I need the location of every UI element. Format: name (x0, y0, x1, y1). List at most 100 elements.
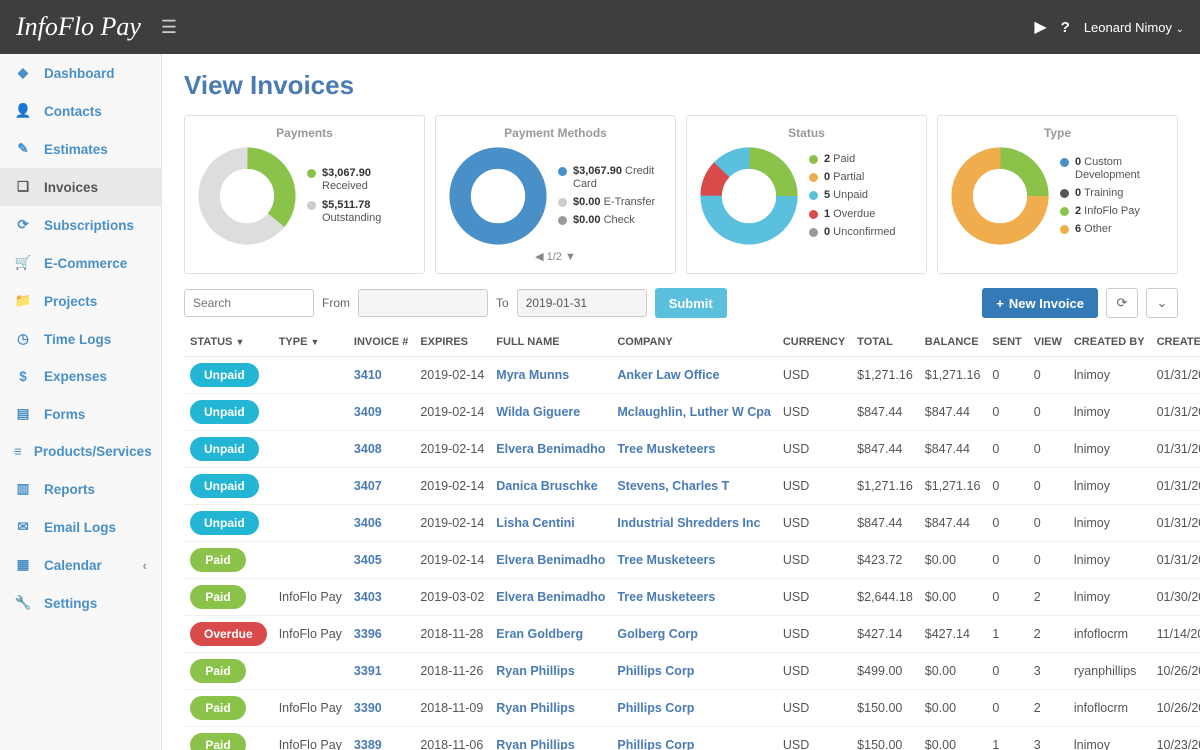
cell-full-name[interactable]: Lisha Centini (490, 505, 611, 542)
more-menu-button[interactable]: ⌄ (1146, 288, 1178, 318)
status-pill[interactable]: Paid (190, 659, 246, 683)
column-header[interactable]: FULL NAME (490, 328, 611, 357)
menu-toggle-icon[interactable]: ☰ (161, 17, 177, 38)
cell-company[interactable]: Anker Law Office (611, 357, 776, 394)
cell-invoice-number[interactable]: 3408 (348, 431, 414, 468)
help-icon[interactable]: ? (1061, 19, 1070, 36)
column-header[interactable]: SENT (986, 328, 1027, 357)
new-invoice-button[interactable]: +New Invoice (982, 288, 1098, 318)
sidebar-item-time-logs[interactable]: ◷Time Logs (0, 320, 161, 358)
column-header[interactable]: STATUS ▼ (184, 328, 273, 357)
cell-invoice-number[interactable]: 3407 (348, 468, 414, 505)
column-header[interactable]: COMPANY (611, 328, 776, 357)
sidebar-item-contacts[interactable]: 👤Contacts (0, 92, 161, 130)
status-pill[interactable]: Unpaid (190, 437, 259, 461)
cell-full-name[interactable]: Eran Goldberg (490, 616, 611, 653)
cell-currency: USD (777, 690, 851, 727)
cell-full-name[interactable]: Elvera Benimadho (490, 579, 611, 616)
cell-invoice-number[interactable]: 3396 (348, 616, 414, 653)
status-pill[interactable]: Paid (190, 733, 246, 750)
cell-company[interactable]: Tree Musketeers (611, 579, 776, 616)
column-header[interactable]: INVOICE # (348, 328, 414, 357)
sidebar-item-email-logs[interactable]: ✉Email Logs (0, 508, 161, 546)
to-date-input[interactable] (517, 289, 647, 317)
sidebar-item-projects[interactable]: 📁Projects (0, 282, 161, 320)
status-pill[interactable]: Unpaid (190, 363, 259, 387)
status-pill[interactable]: Paid (190, 585, 246, 609)
cell-view: 0 (1028, 468, 1068, 505)
cell-full-name[interactable]: Ryan Phillips (490, 690, 611, 727)
cell-invoice-number[interactable]: 3389 (348, 727, 414, 750)
status-pill[interactable]: Overdue (190, 622, 267, 646)
submit-button[interactable]: Submit (655, 288, 727, 318)
cell-sent: 0 (986, 357, 1027, 394)
sidebar-item-calendar[interactable]: ▦Calendar‹ (0, 546, 161, 584)
cell-company[interactable]: Tree Musketeers (611, 431, 776, 468)
sidebar-item-e-commerce[interactable]: 🛒E-Commerce (0, 244, 161, 282)
cell-full-name[interactable]: Ryan Phillips (490, 727, 611, 750)
sidebar-item-invoices[interactable]: ❏Invoices (0, 168, 161, 206)
sidebar-item-forms[interactable]: ▤Forms (0, 395, 161, 433)
status-pill[interactable]: Unpaid (190, 474, 259, 498)
youtube-icon[interactable]: ▶ (1034, 17, 1046, 37)
cell-invoice-number[interactable]: 3405 (348, 542, 414, 579)
cell-full-name[interactable]: Ryan Phillips (490, 653, 611, 690)
sidebar-item-label: Expenses (44, 369, 107, 384)
user-menu[interactable]: Leonard Nimoy ⌄ (1084, 20, 1184, 35)
cell-full-name[interactable]: Elvera Benimadho (490, 431, 611, 468)
sidebar: ◆Dashboard👤Contacts✎Estimates❏Invoices⟳S… (0, 54, 162, 750)
cell-company[interactable]: Mclaughlin, Luther W Cpa (611, 394, 776, 431)
cell-type (273, 357, 348, 394)
status-pill[interactable]: Unpaid (190, 400, 259, 424)
column-header[interactable]: EXPIRES (414, 328, 490, 357)
sidebar-item-reports[interactable]: ▥Reports (0, 470, 161, 508)
sidebar-item-estimates[interactable]: ✎Estimates (0, 130, 161, 168)
cell-sent: 0 (986, 542, 1027, 579)
cell-currency: USD (777, 579, 851, 616)
cell-company[interactable]: Golberg Corp (611, 616, 776, 653)
cell-full-name[interactable]: Wilda Giguere (490, 394, 611, 431)
cell-expires: 2019-02-14 (414, 394, 490, 431)
sidebar-item-products-services[interactable]: ≡Products/Services (0, 433, 161, 470)
status-pill[interactable]: Paid (190, 548, 246, 572)
cell-company[interactable]: Phillips Corp (611, 727, 776, 750)
cell-full-name[interactable]: Myra Munns (490, 357, 611, 394)
status-pill[interactable]: Unpaid (190, 511, 259, 535)
cell-invoice-number[interactable]: 3391 (348, 653, 414, 690)
cell-sent: 1 (986, 727, 1027, 750)
sidebar-item-dashboard[interactable]: ◆Dashboard (0, 54, 161, 92)
cell-balance: $847.44 (919, 505, 987, 542)
column-header[interactable]: TYPE ▼ (273, 328, 348, 357)
cell-full-name[interactable]: Elvera Benimadho (490, 542, 611, 579)
from-date-input[interactable] (358, 289, 488, 317)
contacts-icon: 👤 (14, 103, 32, 119)
cell-invoice-number[interactable]: 3403 (348, 579, 414, 616)
cell-sent: 0 (986, 690, 1027, 727)
cell-invoice-number[interactable]: 3409 (348, 394, 414, 431)
search-input[interactable] (184, 289, 314, 317)
cell-full-name[interactable]: Danica Bruschke (490, 468, 611, 505)
column-header[interactable]: VIEW (1028, 328, 1068, 357)
sidebar-item-subscriptions[interactable]: ⟳Subscriptions (0, 206, 161, 244)
column-header[interactable]: CREATED BY (1068, 328, 1151, 357)
cell-company[interactable]: Stevens, Charles T (611, 468, 776, 505)
cell-invoice-number[interactable]: 3406 (348, 505, 414, 542)
cell-expires: 2018-11-09 (414, 690, 490, 727)
column-header[interactable]: TOTAL (851, 328, 919, 357)
column-header[interactable]: BALANCE (919, 328, 987, 357)
status-pill[interactable]: Paid (190, 696, 246, 720)
card-pager[interactable]: ◀ 1/2 ▼ (448, 250, 663, 263)
sidebar-item-settings[interactable]: 🔧Settings (0, 584, 161, 622)
cell-company[interactable]: Phillips Corp (611, 653, 776, 690)
column-header[interactable]: CURRENCY (777, 328, 851, 357)
cell-invoice-number[interactable]: 3390 (348, 690, 414, 727)
cell-company[interactable]: Tree Musketeers (611, 542, 776, 579)
cell-company[interactable]: Phillips Corp (611, 690, 776, 727)
cell-view: 3 (1028, 727, 1068, 750)
column-header[interactable]: CREATED ON (1151, 328, 1200, 357)
sidebar-item-expenses[interactable]: $Expenses (0, 358, 161, 395)
cell-created-by: lnimoy (1068, 542, 1151, 579)
cell-company[interactable]: Industrial Shredders Inc (611, 505, 776, 542)
refresh-button[interactable]: ⟳ (1106, 288, 1138, 318)
cell-invoice-number[interactable]: 3410 (348, 357, 414, 394)
